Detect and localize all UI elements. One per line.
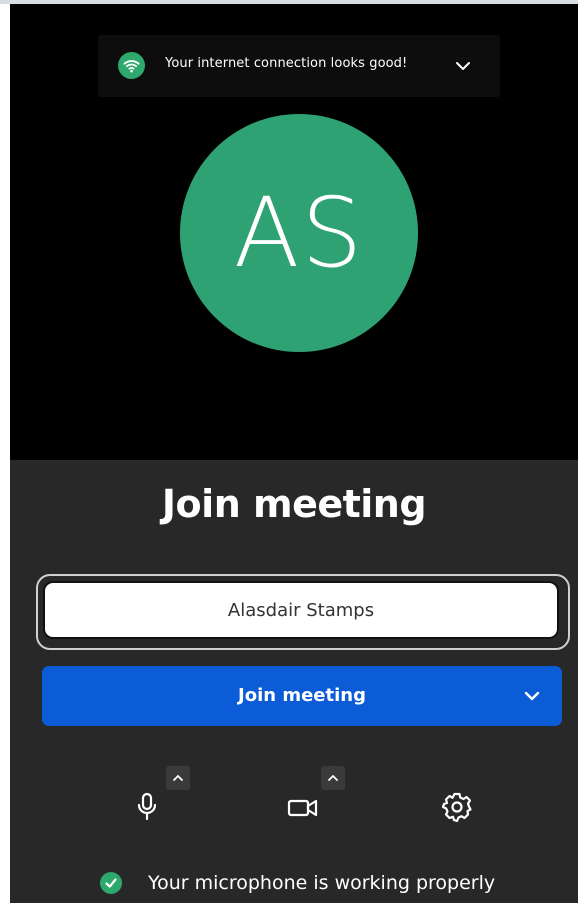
meeting-prejoin-window: Your internet connection looks good! AS … (10, 4, 578, 903)
page-title: Join meeting (161, 482, 427, 526)
join-meeting-button[interactable]: Join meeting (42, 666, 562, 726)
camera-options-button[interactable] (321, 766, 345, 790)
connection-banner[interactable]: Your internet connection looks good! (98, 35, 500, 97)
check-circle-icon (100, 872, 122, 894)
wifi-icon (118, 52, 145, 79)
join-meeting-button-label: Join meeting (238, 685, 366, 706)
connection-message: Your internet connection looks good! (165, 56, 408, 71)
mic-status: Your microphone is working properly (100, 870, 495, 896)
avatar-initials: AS (233, 177, 365, 289)
gear-icon[interactable] (441, 791, 473, 823)
chevron-up-icon (328, 775, 338, 781)
name-field-focus-ring (36, 574, 570, 650)
chevron-down-icon[interactable] (523, 687, 541, 705)
video-camera-icon[interactable] (287, 796, 319, 820)
chevron-down-icon[interactable] (454, 57, 472, 75)
join-panel: Join meeting Join meeting (10, 460, 578, 903)
mic-status-message: Your microphone is working properly (148, 872, 496, 894)
video-preview: Your internet connection looks good! AS (10, 4, 578, 460)
microphone-icon[interactable] (134, 792, 160, 822)
mic-options-button[interactable] (166, 766, 190, 790)
name-input[interactable] (43, 581, 559, 639)
avatar: AS (180, 114, 418, 352)
chevron-up-icon (173, 775, 183, 781)
